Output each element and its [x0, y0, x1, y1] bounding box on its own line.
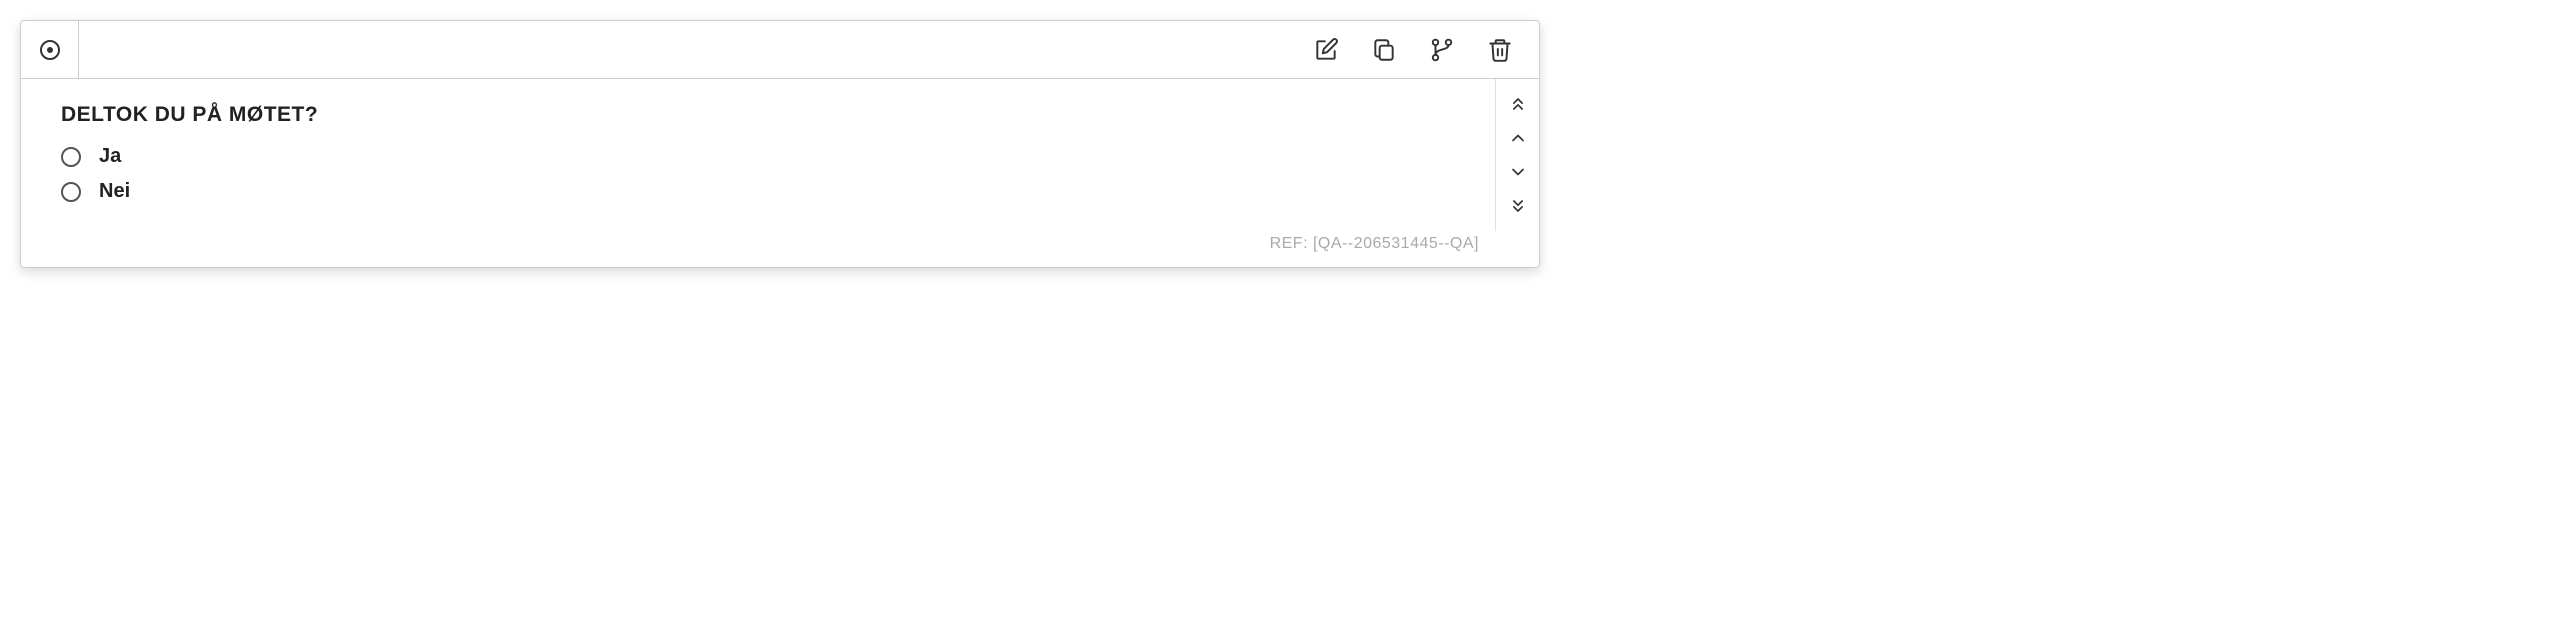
toolbar-right [1297, 21, 1539, 79]
chevron-up-icon [1508, 128, 1528, 148]
radio-type-icon [38, 38, 62, 62]
radio-input[interactable] [61, 182, 81, 202]
edit-icon [1313, 37, 1339, 63]
double-chevron-down-icon [1508, 196, 1528, 216]
move-up-button[interactable] [1498, 123, 1538, 153]
radio-input[interactable] [61, 147, 81, 167]
option-label: Ja [99, 145, 121, 168]
card-body: DELTOK DU PÅ MØTET? Ja Nei [21, 79, 1539, 231]
delete-button[interactable] [1471, 21, 1529, 79]
chevron-down-icon [1508, 162, 1528, 182]
copy-icon [1371, 37, 1397, 63]
move-down-button[interactable] [1498, 157, 1538, 187]
reference-line: REF: [QA--206531445--QA] [21, 231, 1539, 267]
toolbar-left [21, 21, 79, 78]
copy-button[interactable] [1355, 21, 1413, 79]
reorder-controls [1495, 79, 1539, 231]
move-bottom-button[interactable] [1498, 191, 1538, 221]
reference-value: [QA--206531445--QA] [1313, 235, 1479, 252]
double-chevron-up-icon [1508, 94, 1528, 114]
option-row: Ja [61, 145, 1465, 168]
card-toolbar [21, 21, 1539, 79]
branch-icon [1429, 37, 1455, 63]
option-row: Nei [61, 180, 1465, 203]
question-title: DELTOK DU PÅ MØTET? [61, 103, 1465, 127]
move-top-button[interactable] [1498, 89, 1538, 119]
branch-button[interactable] [1413, 21, 1471, 79]
edit-button[interactable] [1297, 21, 1355, 79]
trash-icon [1487, 37, 1513, 63]
option-label: Nei [99, 180, 130, 203]
reference-prefix: REF: [1270, 235, 1313, 252]
question-type-indicator[interactable] [21, 21, 79, 78]
question-card: DELTOK DU PÅ MØTET? Ja Nei [20, 20, 1540, 268]
question-content: DELTOK DU PÅ MØTET? Ja Nei [21, 79, 1495, 231]
